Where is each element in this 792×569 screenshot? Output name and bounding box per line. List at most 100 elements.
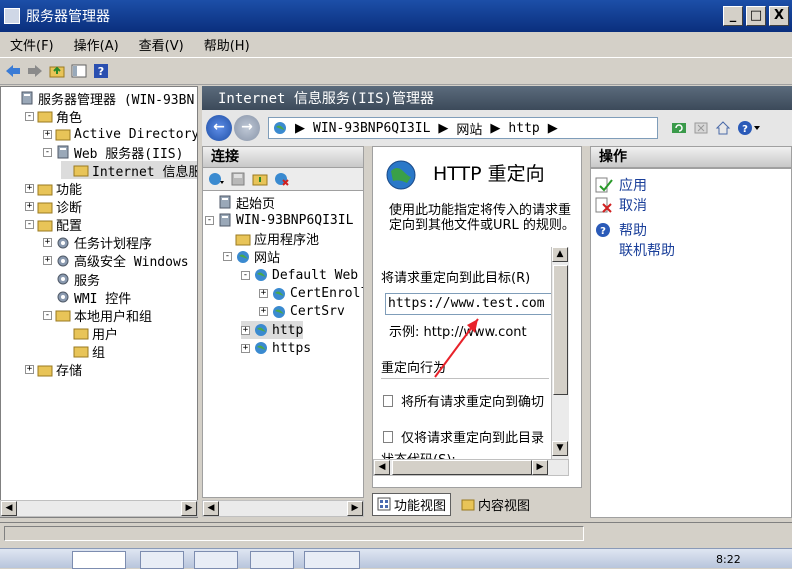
settings-vscrollbar[interactable]: ▲ ▼	[551, 247, 569, 459]
apply-check-icon	[595, 177, 613, 193]
scroll-up-icon[interactable]: ▲	[552, 247, 568, 262]
up-folder-icon[interactable]	[251, 170, 269, 188]
apply-action[interactable]: 应用	[595, 175, 647, 195]
server-manager-tree-item[interactable]: 服务	[43, 270, 100, 289]
help-dropdown-icon[interactable]: ?	[736, 119, 762, 137]
maximize-button[interactable]: □	[746, 6, 766, 26]
home-icon[interactable]	[714, 119, 732, 137]
server-manager-tree-item[interactable]: - 配置	[25, 216, 82, 234]
expand-icon[interactable]: +	[259, 289, 268, 298]
connect-globe-icon[interactable]	[207, 170, 225, 188]
nav-forward-icon[interactable]: →	[234, 115, 260, 141]
tab-features-view[interactable]: 功能视图	[372, 492, 452, 516]
server-manager-tree-item[interactable]: - Web 服务器(IIS)	[43, 143, 183, 162]
server-manager-tree-item[interactable]: - 本地用户和组	[43, 306, 152, 325]
collapse-icon[interactable]: -	[205, 215, 214, 225]
connections-tree-item[interactable]: + https	[241, 339, 311, 357]
help-icon[interactable]: ?	[92, 62, 110, 80]
expand-icon[interactable]: +	[241, 343, 250, 353]
online-help-action[interactable]: 联机帮助	[619, 240, 675, 260]
server-manager-tree-item[interactable]: + 存储	[25, 361, 82, 379]
collapse-icon[interactable]: -	[25, 220, 34, 230]
left-tree-hscrollbar[interactable]: ◀ ▶	[0, 500, 198, 517]
svg-text:?: ?	[98, 65, 104, 78]
server-manager-tree-item[interactable]: 组	[61, 342, 105, 361]
scroll-down-icon[interactable]: ▼	[552, 441, 568, 456]
tree-item-label: 角色	[56, 110, 83, 126]
expand-icon[interactable]: +	[43, 238, 52, 248]
server-manager-tree-item[interactable]: 用户	[61, 324, 118, 343]
save-icon[interactable]	[229, 170, 247, 188]
taskbar-explorer[interactable]	[194, 551, 238, 569]
vscroll-thumb[interactable]	[553, 265, 568, 395]
redirect-dir-checkbox[interactable]	[383, 430, 393, 443]
menu-action[interactable]: 操作(A)	[64, 35, 129, 54]
minimize-button[interactable]: _	[723, 6, 743, 26]
refresh-icon[interactable]	[670, 119, 688, 137]
connections-tree-item[interactable]: + CertSrv	[259, 303, 345, 321]
collapse-icon[interactable]: -	[25, 111, 34, 121]
expand-icon[interactable]: +	[259, 307, 268, 317]
server-manager-tree-item[interactable]: Internet 信息服	[61, 161, 197, 180]
tab-content-view[interactable]: 内容视图	[457, 494, 534, 515]
hscroll-thumb[interactable]	[392, 460, 532, 475]
forward-arrow-icon[interactable]	[26, 62, 44, 80]
up-folder-icon[interactable]	[48, 62, 66, 80]
address-bar[interactable]: ▶ WIN-93BNP6QI3IL ▶ 网站 ▶ http ▶	[268, 117, 658, 139]
close-button[interactable]: X	[769, 6, 789, 26]
taskbar-server-manager[interactable]	[72, 551, 126, 569]
expand-icon[interactable]: +	[25, 202, 34, 212]
taskbar-powershell[interactable]	[140, 551, 184, 569]
server-manager-tree-item[interactable]: + 诊断	[25, 198, 82, 216]
connections-tree-item[interactable]: 应用程序池	[223, 230, 319, 248]
server-manager-tree-item[interactable]: - 角色	[25, 107, 83, 126]
server-manager-tree-item[interactable]: WMI 控件	[43, 288, 131, 307]
expand-icon[interactable]: +	[25, 184, 34, 193]
menu-help[interactable]: 帮助(H)	[194, 35, 260, 54]
collapse-icon[interactable]: -	[241, 270, 250, 280]
expand-icon[interactable]: +	[43, 256, 52, 266]
connections-tree-item[interactable]: + http	[241, 321, 304, 340]
connections-tree-item[interactable]: - 网站	[223, 248, 280, 266]
settings-hscrollbar[interactable]: ◀ ▶	[373, 459, 569, 476]
server-manager-tree-item[interactable]: 服务器管理器 (WIN-93BN	[7, 89, 194, 108]
taskbar-iis[interactable]	[304, 551, 360, 569]
server-manager-tree-item[interactable]: + 任务计划程序	[43, 234, 152, 252]
address-segment-http[interactable]: http	[508, 121, 539, 136]
connections-tree-item[interactable]: 起始页	[205, 193, 275, 212]
address-segment-server[interactable]: WIN-93BNP6QI3IL	[313, 121, 430, 136]
console-tree-icon[interactable]	[70, 62, 88, 80]
server-manager-tree-item[interactable]: + 高级安全 Windows	[43, 252, 189, 270]
expand-icon[interactable]: +	[241, 325, 250, 335]
expand-icon[interactable]: +	[25, 365, 34, 374]
address-segment-sites[interactable]: 网站	[456, 119, 482, 138]
connections-hscrollbar[interactable]: ◀ ▶	[202, 500, 364, 517]
scroll-right-icon[interactable]: ▶	[347, 501, 363, 516]
collapse-icon[interactable]: -	[43, 310, 52, 320]
collapse-icon[interactable]: -	[223, 252, 232, 262]
cancel-action[interactable]: 取消	[595, 195, 647, 215]
expand-icon[interactable]: +	[43, 129, 52, 139]
disconnect-icon[interactable]	[273, 170, 291, 188]
stop-icon[interactable]	[692, 119, 710, 137]
scroll-right-icon[interactable]: ▶	[532, 460, 548, 475]
server-manager-tree-item[interactable]: + Active Directory	[43, 125, 197, 143]
back-arrow-icon[interactable]	[4, 62, 22, 80]
scroll-left-icon[interactable]: ◀	[1, 501, 17, 516]
help-action[interactable]: ? 帮助	[595, 220, 647, 240]
menu-view[interactable]: 查看(V)	[129, 35, 194, 54]
connections-tree-item[interactable]: - WIN-93BNP6QI3IL (	[205, 211, 363, 229]
scroll-left-icon[interactable]: ◀	[374, 460, 390, 475]
taskbar-app[interactable]	[250, 551, 294, 569]
nav-back-icon[interactable]: ←	[206, 115, 232, 141]
collapse-icon[interactable]: -	[43, 147, 52, 157]
connections-tree-item[interactable]: - Default Web S	[241, 266, 363, 284]
redirect-all-checkbox[interactable]	[383, 394, 393, 407]
redirect-dir-option[interactable]: 仅将请求重定向到此目录	[383, 427, 544, 446]
connections-tree-item[interactable]: + CertEnroll	[259, 285, 363, 303]
server-manager-tree-item[interactable]: + 功能	[25, 180, 82, 198]
scroll-left-icon[interactable]: ◀	[203, 501, 219, 516]
menu-file[interactable]: 文件(F)	[0, 35, 64, 54]
scroll-right-icon[interactable]: ▶	[181, 501, 197, 516]
redirect-all-option[interactable]: 将所有请求重定向到确切	[383, 391, 544, 410]
